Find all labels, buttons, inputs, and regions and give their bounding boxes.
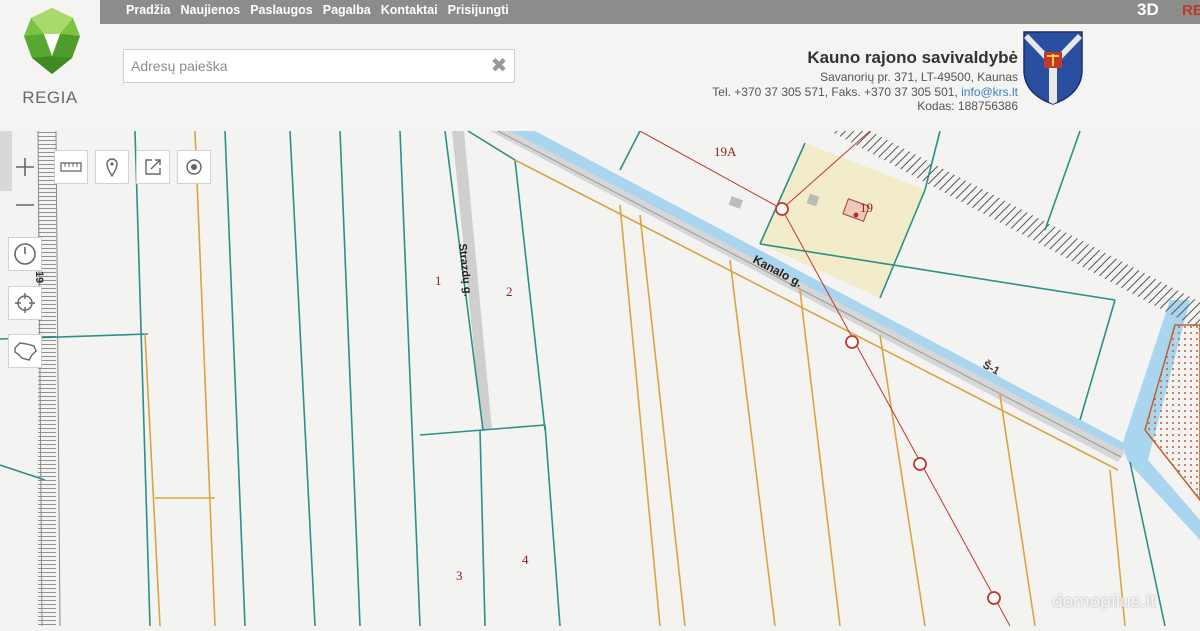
municipality-email-link[interactable]: info@krs.lt	[961, 85, 1018, 99]
plus-icon	[16, 158, 34, 176]
nav-item-pradzia[interactable]: Pradžia	[126, 1, 170, 19]
mode-re-button[interactable]: RE	[1182, 2, 1200, 20]
nav-item-pagalba[interactable]: Pagalba	[323, 1, 371, 19]
nav-item-prisijungti[interactable]: Prisijungti	[448, 1, 509, 19]
logo[interactable]: REGIA	[0, 0, 100, 131]
marker-button[interactable]	[95, 150, 129, 184]
map-canvas[interactable]: 19A 19 1 2 3 4 Strazdų g. Kanalo g. Š-1 …	[0, 130, 1200, 627]
regia-drop-logo-icon	[24, 8, 80, 74]
address-search: ✖	[123, 49, 515, 83]
municipality-name: Kauno rajono savivaldybė	[807, 48, 1018, 67]
share-icon	[145, 159, 161, 175]
zoom-out-button[interactable]	[8, 188, 42, 222]
parcel-label-4: 4	[522, 552, 529, 567]
crosshair-icon	[15, 293, 35, 313]
parcel-label-2: 2	[506, 284, 513, 299]
zoom-in-button[interactable]	[8, 150, 42, 184]
edge-label-19: 19	[33, 271, 45, 283]
mode-3d-button[interactable]: 3D	[1137, 0, 1159, 21]
minus-icon	[16, 204, 34, 206]
target-icon	[186, 159, 202, 175]
header: REGIA Pradžia Naujienos Paslaugos Pagalb…	[0, 0, 1200, 131]
search-input[interactable]	[124, 50, 491, 82]
top-nav-bar: Pradžia Naujienos Paslaugos Pagalba Kont…	[100, 0, 1200, 24]
logo-text: REGIA	[22, 88, 78, 107]
pin-icon	[106, 158, 118, 177]
power-pole[interactable]	[775, 202, 789, 216]
parcel-label-19a: 19A	[714, 144, 737, 159]
close-icon[interactable]: ✖	[489, 54, 509, 78]
cadastral-map[interactable]: 19A 19 1 2 3 4 Strazdų g. Kanalo g. Š-1 …	[0, 130, 1200, 627]
main-nav: Pradžia Naujienos Paslaugos Pagalba Kont…	[126, 1, 509, 19]
measure-button[interactable]	[54, 150, 88, 184]
power-pole[interactable]	[987, 591, 1001, 605]
nav-item-kontaktai[interactable]: Kontaktai	[381, 1, 438, 19]
municipality-phone: Tel. +370 37 305 571, Faks. +370 37 305 …	[712, 84, 958, 99]
municipality-contacts: Tel. +370 37 305 571, Faks. +370 37 305 …	[712, 85, 1018, 100]
lithuania-icon	[14, 342, 37, 361]
watermark: domoplius.lt	[1052, 592, 1157, 612]
locate-button[interactable]	[8, 286, 42, 320]
parcel-label-1: 1	[435, 273, 442, 288]
history-button[interactable]	[8, 237, 42, 271]
parcel-label-19: 19	[860, 200, 873, 215]
power-pole[interactable]	[845, 335, 859, 349]
power-pole[interactable]	[913, 457, 927, 471]
parcel-label-3: 3	[456, 568, 463, 583]
nav-item-naujienos[interactable]: Naujienos	[180, 1, 240, 19]
target-button[interactable]	[177, 150, 211, 184]
extent-button[interactable]	[8, 334, 42, 368]
share-button[interactable]	[136, 150, 170, 184]
municipality-address: Savanorių pr. 371, LT-49500, Kaunas	[820, 70, 1018, 84]
municipality-info: Kauno rajono savivaldybė Savanorių pr. 3…	[712, 46, 1018, 114]
ruler-icon	[60, 162, 82, 172]
nav-item-paslaugos[interactable]: Paslaugos	[250, 1, 313, 19]
clock-icon	[14, 243, 36, 265]
coat-of-arms-icon	[1023, 31, 1083, 105]
municipality-code: Kodas: 188756386	[917, 99, 1018, 113]
